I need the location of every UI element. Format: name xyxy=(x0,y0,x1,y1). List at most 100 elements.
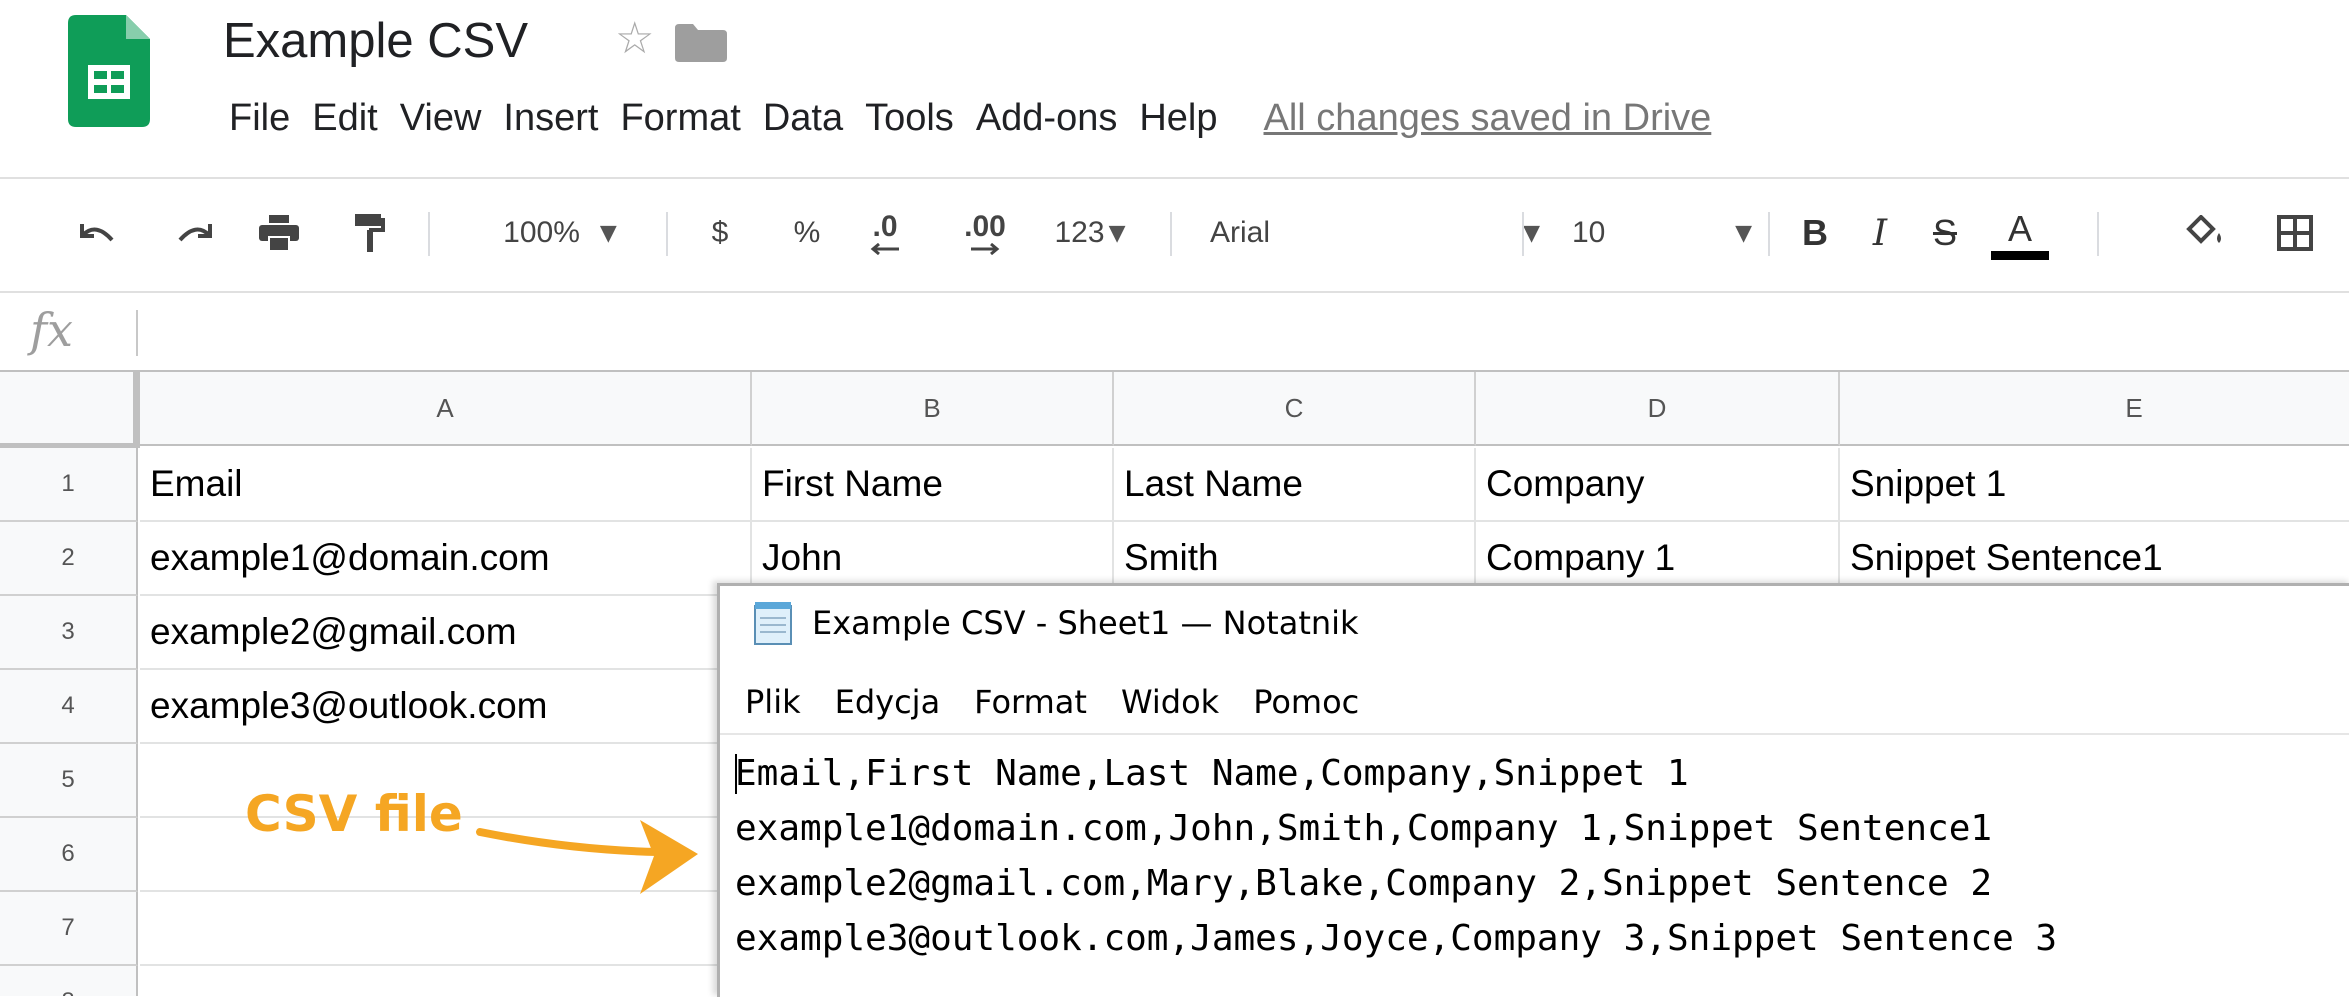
cell-d1[interactable]: Company xyxy=(1476,448,1840,522)
toolbar-divider xyxy=(0,291,2349,293)
column-header-c[interactable]: C xyxy=(1114,372,1476,446)
increase-decimal-label: .00 xyxy=(964,210,1006,243)
zoom-value: 100% xyxy=(503,216,580,249)
arrow-left-icon xyxy=(870,243,899,255)
toolbar-separator xyxy=(1768,212,1770,256)
star-icon[interactable]: ☆ xyxy=(615,14,654,64)
strikethrough-button[interactable]: S xyxy=(1925,200,1965,266)
decrease-decimal-button[interactable]: .0 xyxy=(860,200,910,266)
menu-addons[interactable]: Add-ons xyxy=(965,88,1129,148)
notepad-title: Example CSV - Sheet1 — Notatnik xyxy=(812,604,1359,642)
chevron-down-icon: ▼ xyxy=(1108,220,1126,246)
menu-tools[interactable]: Tools xyxy=(854,88,965,148)
font-family-value: Arial xyxy=(1210,216,1271,249)
text-color-label: A xyxy=(2007,207,2032,249)
text-line: example1@domain.com,John,Smith,Company 1… xyxy=(735,808,1993,849)
borders-icon[interactable] xyxy=(2270,200,2320,266)
arrow-right-icon xyxy=(971,243,1000,255)
menu-insert[interactable]: Insert xyxy=(492,88,609,148)
csv-file-annotation: CSV file xyxy=(245,785,463,843)
paint-format-icon[interactable] xyxy=(347,200,393,266)
text-color-button[interactable]: A xyxy=(1990,200,2050,266)
menu-edit[interactable]: Edit xyxy=(301,88,388,148)
row-header-6[interactable]: 6 xyxy=(0,818,138,892)
menu-bar: File Edit View Insert Format Data Tools … xyxy=(218,88,1711,148)
notepad-titlebar[interactable]: Example CSV - Sheet1 — Notatnik xyxy=(720,586,2349,660)
notepad-divider xyxy=(720,733,2349,735)
bold-button[interactable]: B xyxy=(1795,200,1835,266)
cell-c1[interactable]: Last Name xyxy=(1114,448,1476,522)
cell-a7[interactable] xyxy=(140,892,752,966)
chevron-down-icon: ▼ xyxy=(599,220,617,246)
menu-help[interactable]: Help xyxy=(1128,88,1228,148)
print-icon[interactable] xyxy=(253,200,305,266)
text-line: Email,First Name,Last Name,Company,Snipp… xyxy=(735,753,1689,794)
toolbar-separator xyxy=(1522,212,1524,256)
cell-a3[interactable]: example2@gmail.com xyxy=(140,596,752,670)
column-header-e[interactable]: E xyxy=(1840,372,2349,446)
undo-icon[interactable] xyxy=(72,200,122,266)
cell-a8[interactable] xyxy=(140,966,752,996)
save-status-link[interactable]: All changes saved in Drive xyxy=(1264,97,1712,140)
menu-view[interactable]: View xyxy=(389,88,493,148)
formula-separator xyxy=(136,310,138,356)
menu-format[interactable]: Format xyxy=(609,88,751,148)
chevron-down-icon: ▼ xyxy=(1735,220,1752,246)
notepad-menu-edycja[interactable]: Edycja xyxy=(818,683,958,721)
row-header-1[interactable]: 1 xyxy=(0,448,138,522)
arrow-right-icon xyxy=(476,820,698,894)
increase-decimal-button[interactable]: .00 xyxy=(955,200,1015,266)
notepad-text-area[interactable]: Email,First Name,Last Name,Company,Snipp… xyxy=(735,746,2335,966)
document-title[interactable]: Example CSV xyxy=(223,6,528,76)
notepad-menu-pomoc[interactable]: Pomoc xyxy=(1236,683,1376,721)
cell-b1[interactable]: First Name xyxy=(752,448,1114,522)
formula-input[interactable] xyxy=(150,300,2334,362)
column-header-d[interactable]: D xyxy=(1476,372,1840,446)
cell-e1[interactable]: Snippet 1 xyxy=(1840,448,2349,522)
fx-icon: fx xyxy=(30,303,73,357)
fill-color-icon[interactable] xyxy=(2180,200,2230,266)
cell-a2[interactable]: example1@domain.com xyxy=(140,522,752,596)
text-cursor xyxy=(735,754,737,794)
notepad-menu-bar: Plik Edycja Format Widok Pomoc xyxy=(720,676,2349,728)
row-header-3[interactable]: 3 xyxy=(0,596,138,670)
notepad-menu-format[interactable]: Format xyxy=(957,683,1104,721)
text-line: example3@outlook.com,James,Joyce,Company… xyxy=(735,918,2058,959)
row-header-4[interactable]: 4 xyxy=(0,670,138,744)
folder-icon[interactable] xyxy=(675,24,727,62)
chevron-down-icon: ▼ xyxy=(1523,220,1540,246)
redo-icon[interactable] xyxy=(170,200,220,266)
notepad-window[interactable]: Example CSV - Sheet1 — Notatnik Plik Edy… xyxy=(717,583,2349,997)
more-formats-button[interactable]: 123 ▼ xyxy=(1040,200,1140,266)
menu-file[interactable]: File xyxy=(218,88,301,148)
menu-data[interactable]: Data xyxy=(752,88,854,148)
currency-format-button[interactable]: $ xyxy=(700,200,740,266)
toolbar-separator xyxy=(1170,212,1172,256)
cell-a4[interactable]: example3@outlook.com xyxy=(140,670,752,744)
font-size-value: 10 xyxy=(1572,216,1606,249)
row-header-7[interactable]: 7 xyxy=(0,892,138,966)
more-formats-label: 123 xyxy=(1054,216,1105,249)
freeze-column-handle[interactable] xyxy=(133,372,140,448)
zoom-select[interactable]: 100% ▼ xyxy=(470,200,650,266)
decrease-decimal-label: .0 xyxy=(872,210,898,243)
percent-format-button[interactable]: % xyxy=(787,200,827,266)
row-header-2[interactable]: 2 xyxy=(0,522,138,596)
select-all-corner[interactable] xyxy=(0,372,138,448)
column-header-b[interactable]: B xyxy=(752,372,1114,446)
cell-a1[interactable]: Email xyxy=(140,448,752,522)
font-family-select[interactable]: Arial ▼ xyxy=(1210,200,1540,266)
header-divider xyxy=(0,177,2349,179)
notepad-menu-widok[interactable]: Widok xyxy=(1104,683,1236,721)
sheets-logo-icon[interactable] xyxy=(68,15,150,127)
toolbar-separator xyxy=(666,212,668,256)
row-header-5[interactable]: 5 xyxy=(0,744,138,818)
toolbar-separator xyxy=(428,212,430,256)
notepad-icon xyxy=(754,602,792,645)
row-header-8[interactable]: 8 xyxy=(0,966,138,996)
notepad-menu-plik[interactable]: Plik xyxy=(720,683,818,721)
italic-button[interactable]: I xyxy=(1860,200,1900,266)
column-header-a[interactable]: A xyxy=(140,372,752,446)
font-size-select[interactable]: 10 ▼ xyxy=(1572,200,1752,266)
toolbar: 100% ▼ $ % .0 .00 123 ▼ Arial ▼ 10 ▼ B I S A xyxy=(0,200,2349,266)
